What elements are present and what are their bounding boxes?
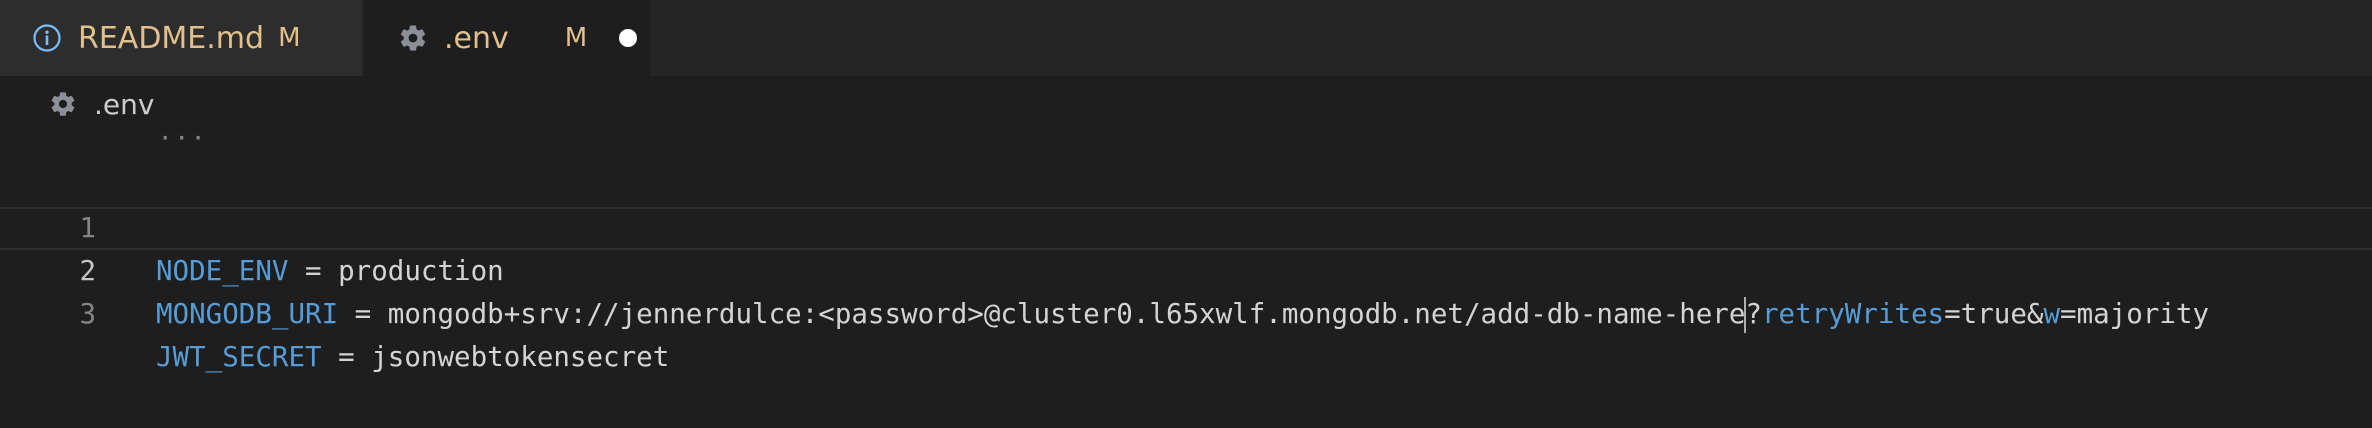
code-line[interactable]: 3 JWT_SECRET = jsonwebtokensecret	[0, 250, 2372, 373]
tab-env[interactable]: .env M	[364, 0, 650, 76]
info-icon	[30, 21, 64, 55]
tab-bar: README.md M .env M	[0, 0, 2372, 76]
modified-badge: M	[278, 23, 301, 53]
env-key: MONGODB_URI	[156, 298, 339, 330]
unsaved-dot-icon[interactable]	[619, 29, 638, 47]
gear-icon	[396, 21, 430, 55]
env-value: jsonwebtokensecret	[371, 341, 670, 373]
query-param-key: retryWrites	[1761, 298, 1945, 330]
folded-region-ellipsis[interactable]: ···	[158, 124, 207, 152]
code-line[interactable]: 1 NODE_ENV = production	[0, 164, 2372, 287]
code-line-current[interactable]: 2 MONGODB_URI = mongodb+srv://jennerdulc…	[0, 207, 2372, 333]
gear-icon	[46, 87, 80, 121]
tab-label: README.md	[78, 20, 265, 56]
code-editor[interactable]: 1 NODE_ENV = production 2 MONGODB_URI = …	[0, 164, 2372, 373]
query-param-value: =true&	[1944, 298, 2044, 330]
line-number: 3	[79, 298, 96, 330]
env-value: mongodb+srv://jennerdulce:<password>@clu…	[387, 298, 1746, 330]
equals-operator: =	[338, 298, 388, 330]
breadcrumb-label: .env	[94, 87, 155, 121]
env-key: JWT_SECRET	[156, 341, 322, 373]
tab-readme[interactable]: README.md M	[0, 0, 362, 76]
equals-operator: =	[321, 341, 372, 373]
tab-label: .env	[444, 20, 509, 56]
query-param-value: =majority	[2060, 298, 2210, 330]
query-param-key: w	[2043, 298, 2061, 330]
breadcrumb[interactable]: .env	[46, 84, 154, 124]
modified-badge: M	[564, 23, 588, 53]
query-separator: ?	[1745, 298, 1762, 330]
